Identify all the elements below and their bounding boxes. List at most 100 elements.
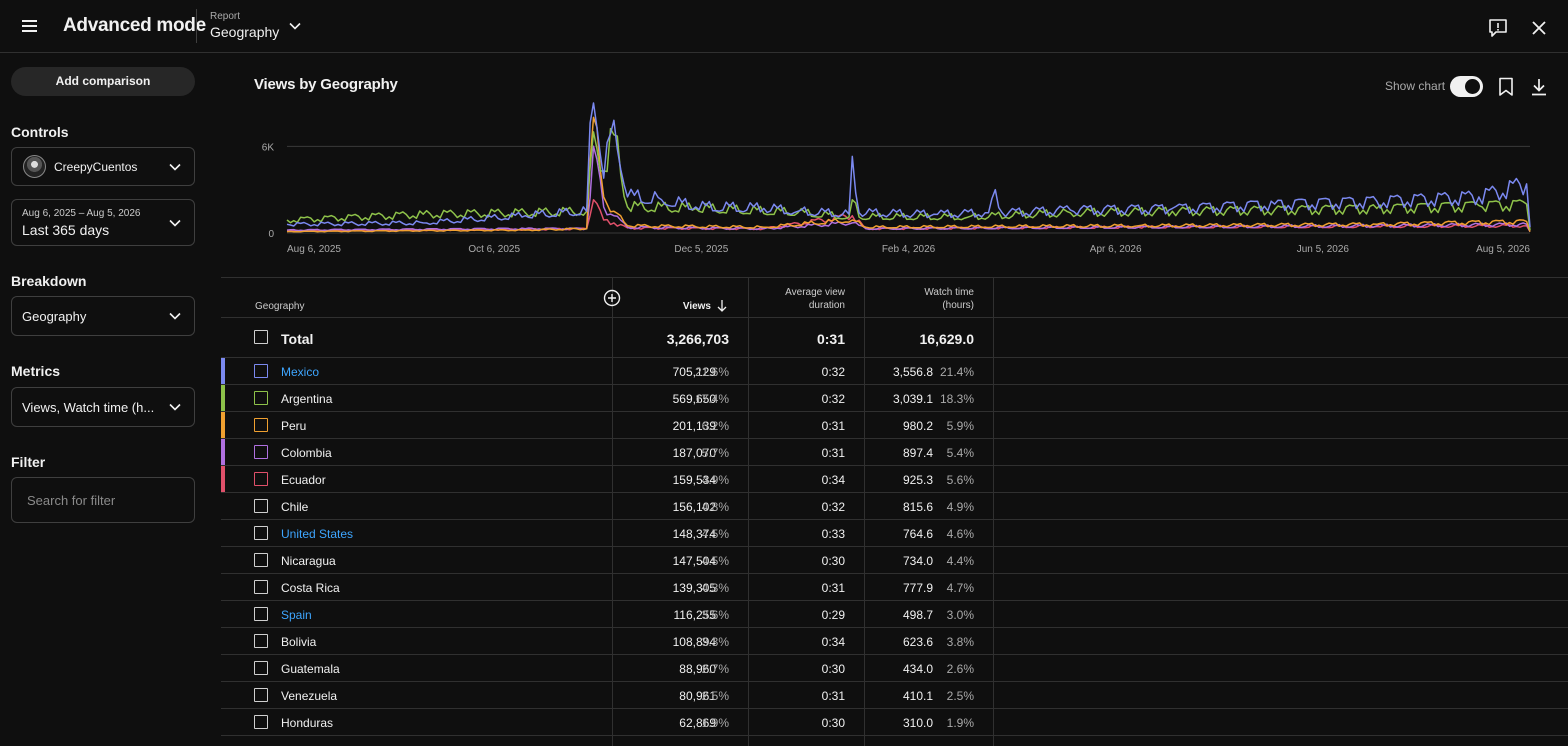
watch-time-percent: 5.6%: [946, 473, 974, 487]
date-range-dates: Aug 6, 2025 – Aug 5, 2026: [22, 208, 141, 219]
avg-duration-value: 0:32: [821, 500, 845, 514]
watch-time-value: 777.9: [902, 581, 933, 595]
watch-time-value: 3,039.1: [892, 392, 933, 406]
table-row[interactable]: Mexico 705,129 21.6% 0:32 3,556.8 21.4%: [221, 358, 1568, 385]
watch-time-percent: 21.4%: [939, 365, 974, 379]
add-column-icon[interactable]: [603, 289, 621, 307]
menu-icon[interactable]: [20, 17, 40, 35]
table-row[interactable]: Argentina 569,650 17.4% 0:32 3,039.1 18.3%: [221, 385, 1568, 412]
row-checkbox[interactable]: [254, 688, 268, 702]
watch-time-value: 410.1: [902, 689, 933, 703]
table-row[interactable]: Honduras 62,869 1.9% 0:30 310.0 1.9%: [221, 709, 1568, 736]
table-row[interactable]: Ecuador 159,534 4.9% 0:34 925.3 5.6%: [221, 466, 1568, 493]
views-percent: 4.5%: [701, 527, 729, 541]
series-color-bar: [221, 412, 225, 438]
report-chevron-down-icon[interactable]: [287, 18, 303, 34]
row-checkbox[interactable]: [254, 634, 268, 648]
avg-duration-value: 0:31: [821, 581, 845, 595]
table-row[interactable]: Venezuela 80,961 2.5% 0:31 410.1 2.5%: [221, 682, 1568, 709]
total-avg-duration: 0:31: [816, 331, 845, 347]
show-chart-toggle[interactable]: [1450, 76, 1483, 97]
views-percent: 6.2%: [701, 419, 729, 433]
title-divider: [196, 9, 197, 43]
date-range-select[interactable]: Aug 6, 2025 – Aug 5, 2026 Last 365 days: [11, 199, 195, 246]
country-name[interactable]: Mexico: [281, 365, 319, 379]
row-checkbox[interactable]: [254, 445, 268, 459]
table-row[interactable]: United States 148,374 4.5% 0:33 764.6 4.6%: [221, 520, 1568, 547]
watch-time-value: 623.6: [902, 635, 933, 649]
watch-time-percent: 4.6%: [946, 527, 974, 541]
x-tick-label: Apr 6, 2026: [1090, 244, 1142, 255]
country-name[interactable]: Spain: [281, 608, 312, 622]
series-line-peru: [286, 116, 1531, 233]
table-row[interactable]: Chile 156,102 4.8% 0:32 815.6 4.9%: [221, 493, 1568, 520]
chevron-down-icon: [169, 403, 181, 411]
row-checkbox[interactable]: [254, 661, 268, 675]
country-name[interactable]: United States: [281, 527, 353, 541]
row-checkbox[interactable]: [254, 418, 268, 432]
avg-duration-value: 0:31: [821, 419, 845, 433]
table-row[interactable]: Colombia 187,070 5.7% 0:31 897.4 5.4%: [221, 439, 1568, 466]
row-checkbox[interactable]: [254, 607, 268, 621]
sort-arrow-down-icon[interactable]: [716, 299, 728, 313]
table-row[interactable]: Spain 116,255 3.6% 0:29 498.7 3.0%: [221, 601, 1568, 628]
metrics-select[interactable]: Views, Watch time (h...: [11, 387, 195, 427]
views-line-chart: 6K 0 Aug 6, 2025 Oct 6, 2025 Dec 5, 2025 Feb …: [262, 102, 1531, 255]
watch-time-value: 434.0: [902, 662, 933, 676]
column-header-geography[interactable]: Geography: [255, 300, 304, 313]
add-comparison-button[interactable]: Add comparison: [11, 67, 195, 96]
x-tick-label: Dec 5, 2025: [674, 244, 728, 255]
views-percent: 1.9%: [701, 716, 729, 730]
watch-time-line-1: Watch time: [924, 287, 974, 298]
x-tick-label: Aug 5, 2026: [1476, 244, 1530, 255]
report-name[interactable]: Geography: [210, 24, 279, 40]
views-percent: 4.5%: [701, 554, 729, 568]
watch-time-value: 897.4: [902, 446, 933, 460]
column-header-watch-time[interactable]: Watch time (hours): [881, 286, 974, 312]
watch-time-percent: 3.8%: [946, 635, 974, 649]
table-row[interactable]: Peru 201,139 6.2% 0:31 980.2 5.9%: [221, 412, 1568, 439]
row-checkbox[interactable]: [254, 391, 268, 405]
views-percent: 3.6%: [701, 608, 729, 622]
avg-duration-line-2: duration: [808, 300, 845, 311]
column-header-views[interactable]: Views: [641, 300, 711, 313]
column-header-avg-duration[interactable]: Average view duration: [761, 286, 845, 312]
watch-time-line-2: (hours): [942, 300, 974, 311]
views-percent: 21.6%: [694, 365, 729, 379]
y-tick-label: 0: [268, 229, 274, 240]
country-name: Bolivia: [281, 635, 317, 649]
avg-duration-line-1: Average view: [785, 287, 845, 298]
total-checkbox[interactable]: [254, 330, 268, 344]
avg-duration-value: 0:34: [821, 473, 845, 487]
country-name: Ecuador: [281, 473, 326, 487]
watch-time-percent: 2.5%: [946, 689, 974, 703]
close-icon[interactable]: [1528, 17, 1550, 39]
table-row[interactable]: Bolivia 108,894 3.3% 0:34 623.6 3.8%: [221, 628, 1568, 655]
watch-time-percent: 18.3%: [939, 392, 974, 406]
row-checkbox[interactable]: [254, 499, 268, 513]
table-header-row: Geography Views Average view duration Wa…: [221, 278, 1568, 318]
filter-search-input[interactable]: [11, 477, 195, 523]
views-percent: 2.7%: [701, 662, 729, 676]
row-checkbox[interactable]: [254, 580, 268, 594]
breakdown-select[interactable]: Geography: [11, 296, 195, 336]
watch-time-percent: 3.0%: [946, 608, 974, 622]
avg-duration-value: 0:30: [821, 716, 845, 730]
table-row[interactable]: Costa Rica 139,305 4.3% 0:31 777.9 4.7%: [221, 574, 1568, 601]
row-checkbox[interactable]: [254, 526, 268, 540]
report-caption: Report: [210, 11, 241, 22]
row-checkbox[interactable]: [254, 715, 268, 729]
feedback-icon[interactable]: [1487, 17, 1509, 39]
row-checkbox[interactable]: [254, 553, 268, 567]
views-percent: 4.9%: [701, 473, 729, 487]
watch-time-percent: 5.4%: [946, 446, 974, 460]
avg-duration-value: 0:31: [821, 689, 845, 703]
watch-time-value: 498.7: [902, 608, 933, 622]
watch-time-percent: 1.9%: [946, 716, 974, 730]
chevron-down-icon: [169, 163, 181, 171]
channel-select[interactable]: CreepyCuentos: [11, 147, 195, 186]
table-row[interactable]: Guatemala 88,960 2.7% 0:30 434.0 2.6%: [221, 655, 1568, 682]
row-checkbox[interactable]: [254, 472, 268, 486]
table-row[interactable]: Nicaragua 147,504 4.5% 0:30 734.0 4.4%: [221, 547, 1568, 574]
row-checkbox[interactable]: [254, 364, 268, 378]
